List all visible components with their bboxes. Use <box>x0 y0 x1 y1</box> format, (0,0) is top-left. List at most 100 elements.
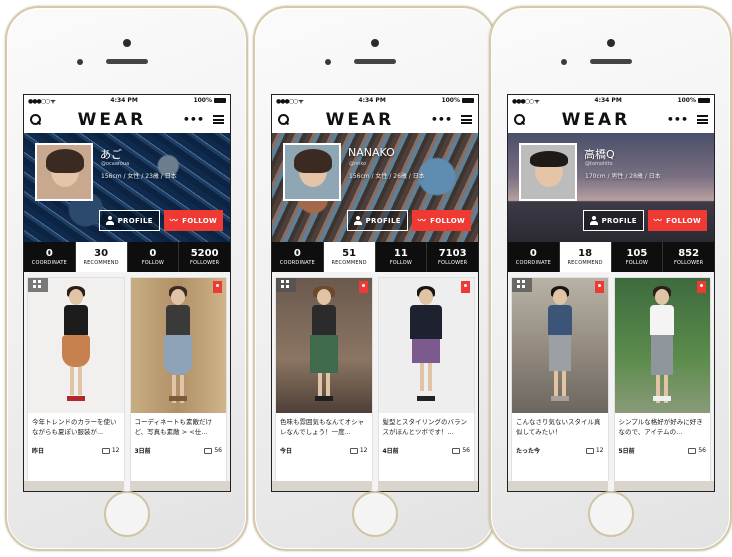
bookmark-icon[interactable] <box>358 281 368 293</box>
comment-icon <box>101 447 110 454</box>
card-date: 昨日 <box>32 448 45 455</box>
follow-button[interactable]: 〰 FOLLOW <box>163 210 223 231</box>
tab-coordinate[interactable]: 0 COORDINATE <box>24 242 76 272</box>
stat-count: 5200 <box>190 248 219 259</box>
status-bar: ●●●○○ ᯤ 4:34 PM 100% <box>508 95 714 106</box>
tab-follower[interactable]: 852 FOLLOWER <box>663 242 714 272</box>
coordinate-card[interactable]: 色味も雰囲気もなんてオシャレなんでしょう！一度... 今日 12 <box>275 277 373 491</box>
coordinate-card[interactable]: 髪型とスタイリングのバランスがほんとツボです！... 4日前 56 <box>377 277 475 491</box>
profile-button[interactable]: PROFILE <box>582 210 644 231</box>
battery-indicator: 100% <box>193 97 226 104</box>
proximity-sensor <box>325 59 331 65</box>
menu-icon[interactable] <box>697 115 708 124</box>
avatar[interactable] <box>35 143 93 201</box>
follow-button[interactable]: 〰 FOLLOW <box>647 210 707 231</box>
avatar[interactable] <box>283 143 341 201</box>
comment-count[interactable]: 56 <box>452 447 470 454</box>
stat-count: 18 <box>578 248 593 259</box>
app-logo[interactable]: WEAR <box>78 110 147 130</box>
home-button[interactable] <box>103 491 150 537</box>
comment-count[interactable]: 12 <box>349 447 368 454</box>
outfit-photo[interactable] <box>614 278 710 413</box>
next-row-preview <box>24 481 230 491</box>
coordinate-card[interactable]: コーディネートも素敵だけど、写真も素敵 > <仕... 3日前 56 <box>129 277 227 491</box>
earpiece-speaker <box>589 59 632 64</box>
comment-icon <box>204 447 213 454</box>
comment-icon <box>452 447 461 454</box>
comment-count-value: 12 <box>359 447 368 454</box>
search-icon[interactable] <box>30 114 41 125</box>
profile-button[interactable]: PROFILE <box>98 210 160 231</box>
follow-button[interactable]: 〰 FOLLOW <box>411 210 471 231</box>
more-icon[interactable]: ••• <box>667 113 688 126</box>
stat-count: 105 <box>626 248 648 259</box>
stat-label: FOLLOWER <box>673 260 704 266</box>
follow-button-label: FOLLOW <box>182 216 217 225</box>
menu-icon[interactable] <box>213 115 224 124</box>
profile-button[interactable]: PROFILE <box>346 210 408 231</box>
outfit-photo[interactable] <box>512 278 608 413</box>
tab-follower[interactable]: 5200 FOLLOWER <box>179 242 230 272</box>
coordinate-grid: 色味も雰囲気もなんてオシャレなんでしょう！一度... 今日 12 髪型とスタイリ… <box>272 272 478 491</box>
bookmark-icon[interactable] <box>213 281 222 293</box>
rss-icon: 〰 <box>417 215 427 225</box>
grid-icon[interactable] <box>512 278 532 292</box>
home-button[interactable] <box>587 491 634 537</box>
card-comment-text: シンプルな格好が好みに好きなので、アイテムの... <box>618 418 703 436</box>
stat-count: 0 <box>149 248 157 259</box>
coordinate-card[interactable]: こんなさり気ないスタイル真似してみたい！ たった今 12 <box>511 277 609 491</box>
nav-bar: WEAR ••• <box>24 106 230 133</box>
avatar[interactable] <box>519 143 577 201</box>
grid-icon[interactable] <box>28 278 48 292</box>
card-comment-text: コーディネートも素敵だけど、写真も素敵 > <仕... <box>134 418 213 436</box>
proximity-sensor <box>561 59 567 65</box>
tab-coordinate[interactable]: 0 COORDINATE <box>508 242 560 272</box>
outfit-photo[interactable] <box>276 278 372 413</box>
coordinate-card[interactable]: シンプルな格好が好みに好きなので、アイテムの... 5日前 56 <box>613 277 711 491</box>
tab-recommend[interactable]: 18 RECOMMEND <box>559 242 612 272</box>
comment-count[interactable]: 12 <box>585 447 604 454</box>
outfit-photo[interactable] <box>28 278 124 413</box>
menu-icon[interactable] <box>461 115 472 124</box>
app-screen: ●●●○○ ᯤ 4:34 PM 100% WEAR ••• あご @ocaaro… <box>23 94 231 492</box>
status-bar: ●●●○○ ᯤ 4:34 PM 100% <box>24 95 230 106</box>
app-logo[interactable]: WEAR <box>326 110 395 130</box>
bookmark-icon[interactable] <box>461 281 470 293</box>
comment-count-value: 56 <box>462 447 470 454</box>
coordinate-card[interactable]: 今年トレンドのカラーを使いながらも夏ぽい服装が... 昨日 12 <box>27 277 125 491</box>
tab-recommend[interactable]: 51 RECOMMEND <box>323 242 376 272</box>
more-icon[interactable]: ••• <box>431 113 452 126</box>
tab-follower[interactable]: 7103 FOLLOWER <box>427 242 478 272</box>
outfit-photo[interactable] <box>378 278 474 413</box>
stat-count: 7103 <box>438 248 467 259</box>
search-icon[interactable] <box>514 114 525 125</box>
bookmark-icon[interactable] <box>594 281 604 293</box>
comment-count[interactable]: 56 <box>688 447 706 454</box>
rss-icon: 〰 <box>653 215 663 225</box>
tab-recommend[interactable]: 30 RECOMMEND <box>75 242 128 272</box>
outfit-photo[interactable] <box>130 278 226 413</box>
app-logo[interactable]: WEAR <box>562 110 631 130</box>
bookmark-icon[interactable] <box>697 281 706 293</box>
outfit-figure <box>56 283 96 401</box>
comment-count[interactable]: 12 <box>101 447 120 454</box>
comment-count[interactable]: 56 <box>204 447 222 454</box>
grid-icon[interactable] <box>276 278 296 292</box>
app-screen: ●●●○○ ᯤ 4:34 PM 100% WEAR ••• NANAKO @nn… <box>271 94 479 492</box>
stat-label: RECOMMEND <box>83 260 119 266</box>
status-time: 4:34 PM <box>594 97 622 104</box>
status-time: 4:34 PM <box>358 97 386 104</box>
outfit-figure <box>158 283 198 403</box>
tab-coordinate[interactable]: 0 COORDINATE <box>272 242 324 272</box>
stat-label: FOLLOW <box>141 260 165 266</box>
home-button[interactable] <box>351 491 398 537</box>
profile-header: あご @ocaaroua 156cm / 女性 / 23歳 / 日本 PROFI… <box>24 133 230 242</box>
tab-follow[interactable]: 11 FOLLOW <box>376 242 428 272</box>
more-icon[interactable]: ••• <box>183 113 204 126</box>
front-camera <box>370 39 379 47</box>
search-icon[interactable] <box>278 114 289 125</box>
tab-follow[interactable]: 105 FOLLOW <box>612 242 664 272</box>
phone-frame-1: ●●●○○ ᯤ 4:34 PM 100% WEAR ••• あご @ocaaro… <box>5 6 248 551</box>
stat-label: COORDINATE <box>31 260 67 266</box>
tab-follow[interactable]: 0 FOLLOW <box>128 242 180 272</box>
